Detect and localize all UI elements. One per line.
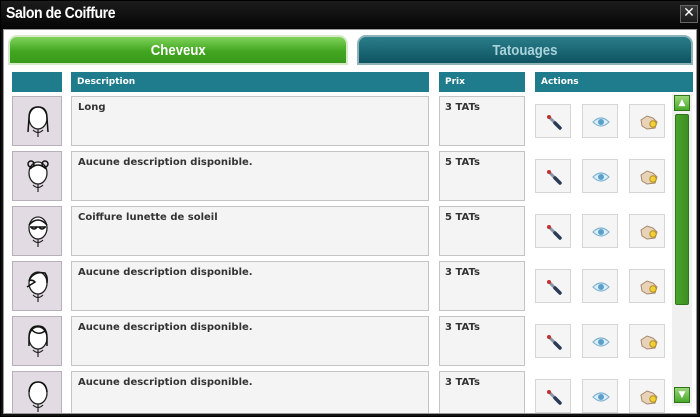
scroll-thumb[interactable]: [675, 114, 689, 305]
short-hair-icon: [28, 381, 48, 412]
buy-hand-icon: [640, 225, 658, 240]
item-price: 3 TATs: [439, 371, 525, 413]
scroll-up-button[interactable]: ▲: [674, 95, 690, 111]
view-button[interactable]: [582, 214, 618, 248]
pipette-icon: [546, 334, 562, 350]
window-title: Salon de Coiffure: [6, 5, 116, 22]
buy-button[interactable]: [629, 214, 665, 248]
item-description: Long: [71, 96, 429, 146]
header-price: Prix: [439, 72, 525, 92]
eye-icon: [592, 392, 610, 402]
pipette-icon: [546, 114, 562, 130]
item-price: 5 TATs: [439, 151, 525, 201]
list-item: Aucune description disponible. 5 TATs: [4, 151, 696, 206]
preview-pipette-button[interactable]: [535, 104, 571, 138]
long-hair-icon: [27, 106, 49, 137]
buy-button[interactable]: [629, 324, 665, 358]
buns-hair-icon: [27, 160, 49, 192]
buy-button[interactable]: [629, 104, 665, 138]
pipette-icon: [546, 169, 562, 185]
list-item: Coiffure lunette de soleil 5 TATs: [4, 206, 696, 261]
hairstyle-thumbnail[interactable]: [12, 261, 62, 311]
hairstyle-thumbnail[interactable]: [12, 206, 62, 256]
header-image: [12, 72, 62, 92]
buy-button[interactable]: [629, 379, 665, 413]
pipette-icon: [546, 389, 562, 405]
hairstyle-list: Long 3 TATs Aucune description disponibl…: [4, 96, 696, 413]
content-panel: Cheveux Tatouages Description Prix Actio…: [3, 29, 697, 414]
sunglasses-hair-icon: [28, 216, 48, 247]
eye-icon: [592, 282, 610, 292]
tab-tatouages-label: Tatouages: [492, 42, 558, 59]
item-price: 5 TATs: [439, 206, 525, 256]
item-price: 3 TATs: [439, 316, 525, 366]
eye-icon: [592, 117, 610, 127]
item-description: Coiffure lunette de soleil: [71, 206, 429, 256]
hairstyle-thumbnail[interactable]: [12, 371, 62, 413]
header-actions: Actions: [535, 72, 693, 92]
scrollbar[interactable]: ▲ ▼: [672, 94, 692, 406]
item-description: Aucune description disponible.: [71, 261, 429, 311]
eye-icon: [592, 337, 610, 347]
swept-hair-icon: [26, 271, 48, 302]
hairstyle-thumbnail[interactable]: [12, 316, 62, 366]
preview-pipette-button[interactable]: [535, 379, 571, 413]
buy-hand-icon: [640, 390, 658, 405]
view-button[interactable]: [582, 104, 618, 138]
preview-pipette-button[interactable]: [535, 214, 571, 248]
buy-hand-icon: [640, 170, 658, 185]
pipette-icon: [546, 224, 562, 240]
item-price: 3 TATs: [439, 261, 525, 311]
pipette-icon: [546, 279, 562, 295]
view-button[interactable]: [582, 379, 618, 413]
title-bar[interactable]: Salon de Coiffure ✕: [1, 1, 700, 29]
view-button[interactable]: [582, 269, 618, 303]
header-description: Description: [71, 72, 429, 92]
eye-icon: [592, 227, 610, 237]
tab-cheveux-label: Cheveux: [150, 42, 206, 59]
close-button[interactable]: ✕: [680, 5, 698, 23]
scroll-down-button[interactable]: ▼: [674, 387, 690, 403]
item-description: Aucune description disponible.: [71, 371, 429, 413]
item-description: Aucune description disponible.: [71, 316, 429, 366]
list-item: Aucune description disponible. 3 TATs: [4, 261, 696, 316]
list-item: Long 3 TATs: [4, 96, 696, 151]
buy-button[interactable]: [629, 269, 665, 303]
eye-icon: [592, 172, 610, 182]
list-item: Aucune description disponible. 3 TATs: [4, 316, 696, 371]
hairstyle-thumbnail[interactable]: [12, 151, 62, 201]
item-price: 3 TATs: [439, 96, 525, 146]
tab-cheveux[interactable]: Cheveux: [8, 35, 348, 65]
hairstyle-thumbnail[interactable]: [12, 96, 62, 146]
buy-button[interactable]: [629, 159, 665, 193]
preview-pipette-button[interactable]: [535, 159, 571, 193]
buy-hand-icon: [640, 280, 658, 295]
view-button[interactable]: [582, 159, 618, 193]
item-description: Aucune description disponible.: [71, 151, 429, 201]
preview-pipette-button[interactable]: [535, 269, 571, 303]
buy-hand-icon: [640, 335, 658, 350]
view-button[interactable]: [582, 324, 618, 358]
tab-tatouages[interactable]: Tatouages: [357, 35, 693, 65]
salon-window: Salon de Coiffure ✕ Cheveux Tatouages De…: [0, 0, 700, 417]
bob-hair-icon: [28, 325, 48, 357]
preview-pipette-button[interactable]: [535, 324, 571, 358]
list-item: Aucune description disponible. 3 TATs: [4, 371, 696, 413]
buy-hand-icon: [640, 115, 658, 130]
